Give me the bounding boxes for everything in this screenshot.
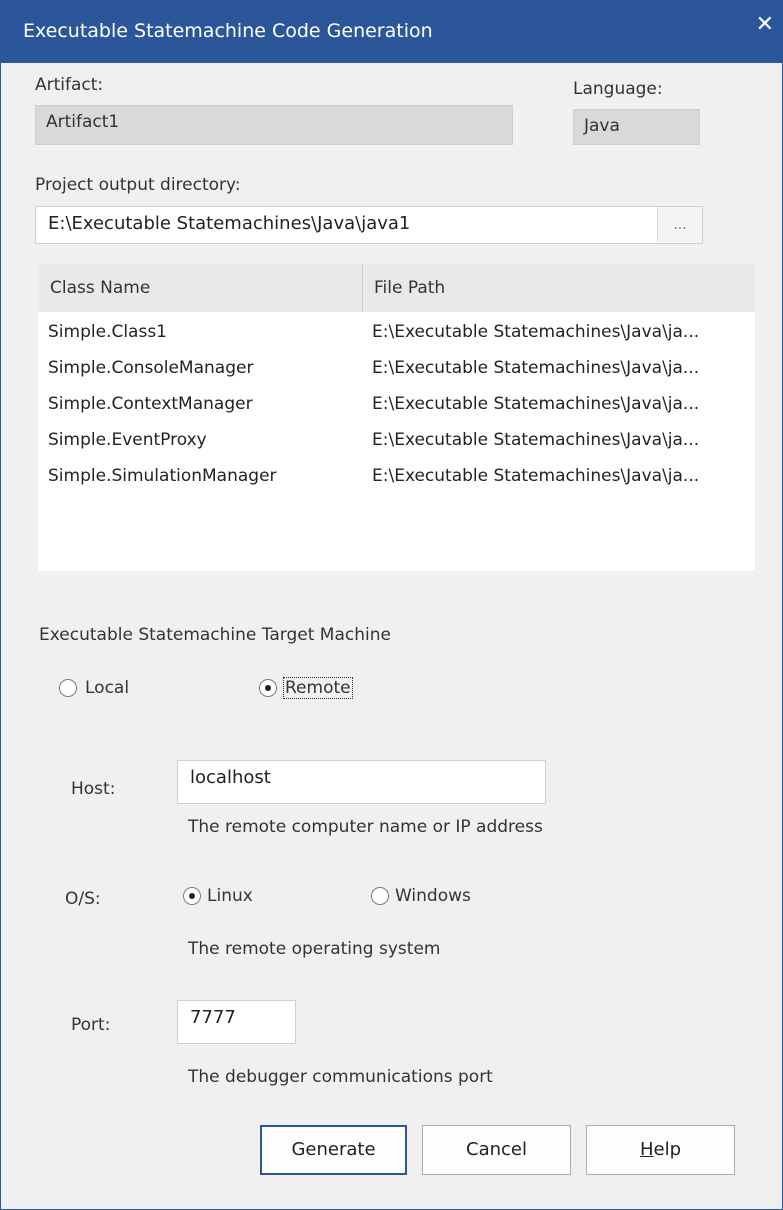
column-header-file-path[interactable]: File Path	[374, 278, 445, 298]
windows-radio-label[interactable]: Windows	[395, 886, 471, 906]
output-directory-field[interactable]: E:\Executable Statemachines\Java\java1 .…	[35, 206, 703, 244]
language-label: Language:	[573, 79, 663, 99]
output-directory-value: E:\Executable Statemachines\Java\java1	[48, 213, 411, 234]
class-name-cell: Simple.ContextManager	[48, 394, 253, 414]
class-name-cell: Simple.Class1	[48, 322, 167, 342]
table-header: Class Name File Path	[38, 264, 755, 312]
os-label: O/S:	[65, 889, 101, 909]
title-bar: Executable Statemachine Code Generation …	[1, 1, 782, 63]
windows-radio[interactable]	[371, 887, 389, 905]
remote-radio-label[interactable]: Remote	[283, 677, 353, 699]
artifact-label: Artifact:	[35, 75, 104, 95]
class-name-cell: Simple.EventProxy	[48, 430, 207, 450]
close-icon[interactable]: ✕	[756, 12, 774, 37]
port-hint: The debugger communications port	[188, 1067, 493, 1087]
column-divider	[362, 264, 363, 312]
file-path-cell: E:\Executable Statemachines\Java\ja...	[372, 394, 700, 414]
table-row[interactable]: Simple.EventProxy E:\Executable Statemac…	[38, 420, 755, 456]
file-path-cell: E:\Executable Statemachines\Java\ja...	[372, 430, 700, 450]
code-generation-dialog: Executable Statemachine Code Generation …	[0, 0, 783, 1210]
local-radio-label[interactable]: Local	[85, 678, 129, 698]
table-row[interactable]: Simple.ConsoleManager E:\Executable Stat…	[38, 348, 755, 384]
generate-button[interactable]: Generate	[260, 1125, 407, 1175]
port-input[interactable]: 7777	[177, 1000, 296, 1044]
os-hint: The remote operating system	[188, 939, 441, 959]
host-input[interactable]: localhost	[177, 760, 546, 804]
class-name-cell: Simple.SimulationManager	[48, 466, 277, 486]
table-row[interactable]: Simple.SimulationManager E:\Executable S…	[38, 456, 755, 492]
help-button[interactable]: Help	[586, 1125, 735, 1175]
table-row[interactable]: Simple.ContextManager E:\Executable Stat…	[38, 384, 755, 420]
host-hint: The remote computer name or IP address	[188, 817, 543, 837]
column-header-class-name[interactable]: Class Name	[50, 278, 150, 298]
cancel-button[interactable]: Cancel	[422, 1125, 571, 1175]
artifact-field: Artifact1	[35, 105, 513, 145]
linux-radio-label[interactable]: Linux	[207, 886, 253, 906]
table-row[interactable]: Simple.Class1 E:\Executable Statemachine…	[38, 312, 755, 348]
file-path-cell: E:\Executable Statemachines\Java\ja...	[372, 322, 700, 342]
output-directory-label: Project output directory:	[35, 175, 241, 195]
help-mnemonic: H	[639, 1139, 654, 1160]
port-label: Port:	[71, 1015, 111, 1035]
browse-button[interactable]: ...	[657, 207, 702, 243]
help-button-rest: elp	[653, 1139, 682, 1160]
host-label: Host:	[71, 779, 116, 799]
language-field: Java	[573, 109, 700, 145]
local-radio[interactable]	[59, 679, 77, 697]
file-path-cell: E:\Executable Statemachines\Java\ja...	[372, 466, 700, 486]
class-name-cell: Simple.ConsoleManager	[48, 358, 254, 378]
class-table: Class Name File Path Simple.Class1 E:\Ex…	[38, 264, 755, 571]
remote-radio[interactable]	[259, 679, 277, 697]
file-path-cell: E:\Executable Statemachines\Java\ja...	[372, 358, 700, 378]
remote-radio-text: Remote	[283, 677, 353, 699]
window-title: Executable Statemachine Code Generation	[23, 20, 433, 42]
linux-radio[interactable]	[183, 887, 201, 905]
target-machine-heading: Executable Statemachine Target Machine	[39, 625, 391, 645]
